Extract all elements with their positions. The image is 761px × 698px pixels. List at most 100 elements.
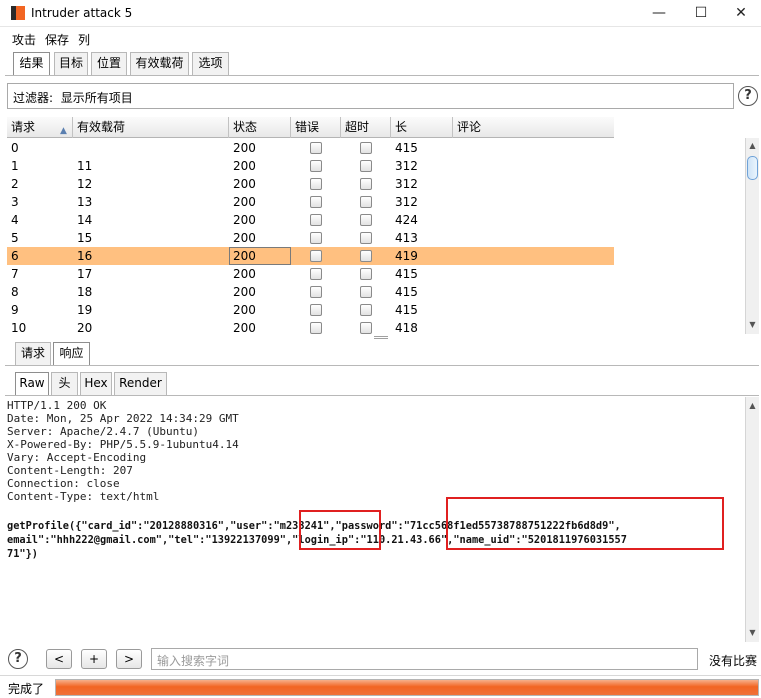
cell-request: 9 xyxy=(11,303,19,317)
response-line: Vary: Accept-Encoding xyxy=(7,451,147,464)
response-body-line: 71"}) xyxy=(7,548,38,560)
error-checkbox[interactable] xyxy=(310,160,322,172)
tab-positions[interactable]: 位置 xyxy=(91,52,127,75)
table-row[interactable]: 6 16 200 419 xyxy=(7,247,614,265)
search-bar: ? < + > 输入搜索字词 没有比赛 xyxy=(0,645,761,673)
tab-divider xyxy=(5,75,759,76)
grip-handle[interactable] xyxy=(374,336,388,339)
tab-target[interactable]: 目标 xyxy=(54,52,88,75)
cell-payload: 20 xyxy=(77,321,93,334)
maximize-button[interactable]: ☐ xyxy=(679,0,723,26)
col-length[interactable]: 长 xyxy=(391,117,453,138)
table-row[interactable]: 0 200 415 xyxy=(7,139,614,157)
timeout-checkbox[interactable] xyxy=(360,196,372,208)
table-header: 请求 ▲ 有效载荷 状态 错误 超时 长 评论 xyxy=(7,117,614,138)
col-error[interactable]: 错误 xyxy=(291,117,341,138)
tab-headers[interactable]: 头 xyxy=(51,372,78,395)
response-scrollbar[interactable]: ▲ ▼ xyxy=(745,397,759,642)
scroll-up-icon[interactable]: ▲ xyxy=(747,140,758,152)
tab-results[interactable]: 结果 xyxy=(13,52,50,76)
error-checkbox[interactable] xyxy=(310,232,322,244)
error-checkbox[interactable] xyxy=(310,322,322,334)
timeout-checkbox[interactable] xyxy=(360,160,372,172)
cell-payload: 17 xyxy=(77,267,93,281)
cell-status: 200 xyxy=(233,213,256,227)
scroll-thumb[interactable] xyxy=(747,156,758,180)
table-row[interactable]: 7 17 200 415 xyxy=(7,265,614,283)
scroll-down-icon[interactable]: ▼ xyxy=(747,319,758,331)
table-row[interactable]: 9 19 200 415 xyxy=(7,301,614,319)
menu-columns[interactable]: 列 xyxy=(78,31,90,48)
error-checkbox[interactable] xyxy=(310,250,322,262)
table-row[interactable]: 2 12 200 312 xyxy=(7,175,614,193)
tab-raw[interactable]: Raw xyxy=(15,372,49,396)
timeout-checkbox[interactable] xyxy=(360,268,372,280)
col-timeout[interactable]: 超时 xyxy=(341,117,391,138)
error-checkbox[interactable] xyxy=(310,268,322,280)
error-checkbox[interactable] xyxy=(310,178,322,190)
cell-request: 10 xyxy=(11,321,27,334)
table-row[interactable]: 10 20 200 418 xyxy=(7,319,614,334)
tab-payloads[interactable]: 有效载荷 xyxy=(130,52,189,75)
sort-ascending-icon: ▲ xyxy=(60,126,67,136)
close-button[interactable]: ✕ xyxy=(719,0,761,26)
tab-response[interactable]: 响应 xyxy=(53,342,90,366)
cell-payload: 14 xyxy=(77,213,93,227)
scroll-up-icon[interactable]: ▲ xyxy=(747,400,758,412)
cell-focus xyxy=(229,247,291,265)
menu-attack[interactable]: 攻击 xyxy=(12,31,36,48)
cell-request: 3 xyxy=(11,195,19,209)
next-match-button[interactable]: > xyxy=(116,649,142,669)
table-row[interactable]: 8 18 200 415 xyxy=(7,283,614,301)
timeout-checkbox[interactable] xyxy=(360,322,372,334)
timeout-checkbox[interactable] xyxy=(360,286,372,298)
help-icon[interactable]: ? xyxy=(738,86,758,106)
response-viewer[interactable]: HTTP/1.1 200 OK Date: Mon, 25 Apr 2022 1… xyxy=(0,397,745,642)
menu-save[interactable]: 保存 xyxy=(45,31,69,48)
timeout-checkbox[interactable] xyxy=(360,178,372,190)
cell-length: 312 xyxy=(395,195,418,209)
help-icon[interactable]: ? xyxy=(8,649,28,669)
timeout-checkbox[interactable] xyxy=(360,142,372,154)
timeout-checkbox[interactable] xyxy=(360,250,372,262)
scroll-down-icon[interactable]: ▼ xyxy=(747,627,758,639)
cell-status: 200 xyxy=(233,267,256,281)
error-checkbox[interactable] xyxy=(310,286,322,298)
search-input[interactable]: 输入搜索字词 xyxy=(151,648,698,670)
split-divider[interactable] xyxy=(0,336,761,340)
error-checkbox[interactable] xyxy=(310,304,322,316)
search-placeholder: 输入搜索字词 xyxy=(157,654,230,668)
tab-request[interactable]: 请求 xyxy=(15,342,51,365)
table-row[interactable]: 5 15 200 413 xyxy=(7,229,614,247)
filter-bar[interactable]: 过滤器: 显示所有项目 xyxy=(7,83,734,109)
tab-options[interactable]: 选项 xyxy=(192,52,229,75)
table-scrollbar[interactable]: ▲ ▼ xyxy=(745,138,759,334)
col-comment[interactable]: 评论 xyxy=(453,117,614,138)
cell-request: 1 xyxy=(11,159,19,173)
cell-status: 200 xyxy=(233,141,256,155)
cell-length: 312 xyxy=(395,159,418,173)
timeout-checkbox[interactable] xyxy=(360,304,372,316)
col-status[interactable]: 状态 xyxy=(229,117,291,138)
timeout-checkbox[interactable] xyxy=(360,214,372,226)
cell-payload: 11 xyxy=(77,159,93,173)
table-row[interactable]: 4 14 200 424 xyxy=(7,211,614,229)
error-checkbox[interactable] xyxy=(310,196,322,208)
timeout-checkbox[interactable] xyxy=(360,232,372,244)
cell-request: 4 xyxy=(11,213,19,227)
progress-bar xyxy=(55,679,759,696)
table-row[interactable]: 3 13 200 312 xyxy=(7,193,614,211)
add-button[interactable]: + xyxy=(81,649,107,669)
cell-length: 419 xyxy=(395,249,418,263)
error-checkbox[interactable] xyxy=(310,142,322,154)
table-row[interactable]: 1 11 200 312 xyxy=(7,157,614,175)
cell-request: 7 xyxy=(11,267,19,281)
cell-length: 413 xyxy=(395,231,418,245)
col-request[interactable]: 请求 ▲ xyxy=(7,117,73,138)
tab-render[interactable]: Render xyxy=(114,372,167,395)
col-payload[interactable]: 有效载荷 xyxy=(73,117,229,138)
prev-match-button[interactable]: < xyxy=(46,649,72,669)
minimize-button[interactable]: — xyxy=(637,0,681,26)
error-checkbox[interactable] xyxy=(310,214,322,226)
tab-hex[interactable]: Hex xyxy=(80,372,112,395)
